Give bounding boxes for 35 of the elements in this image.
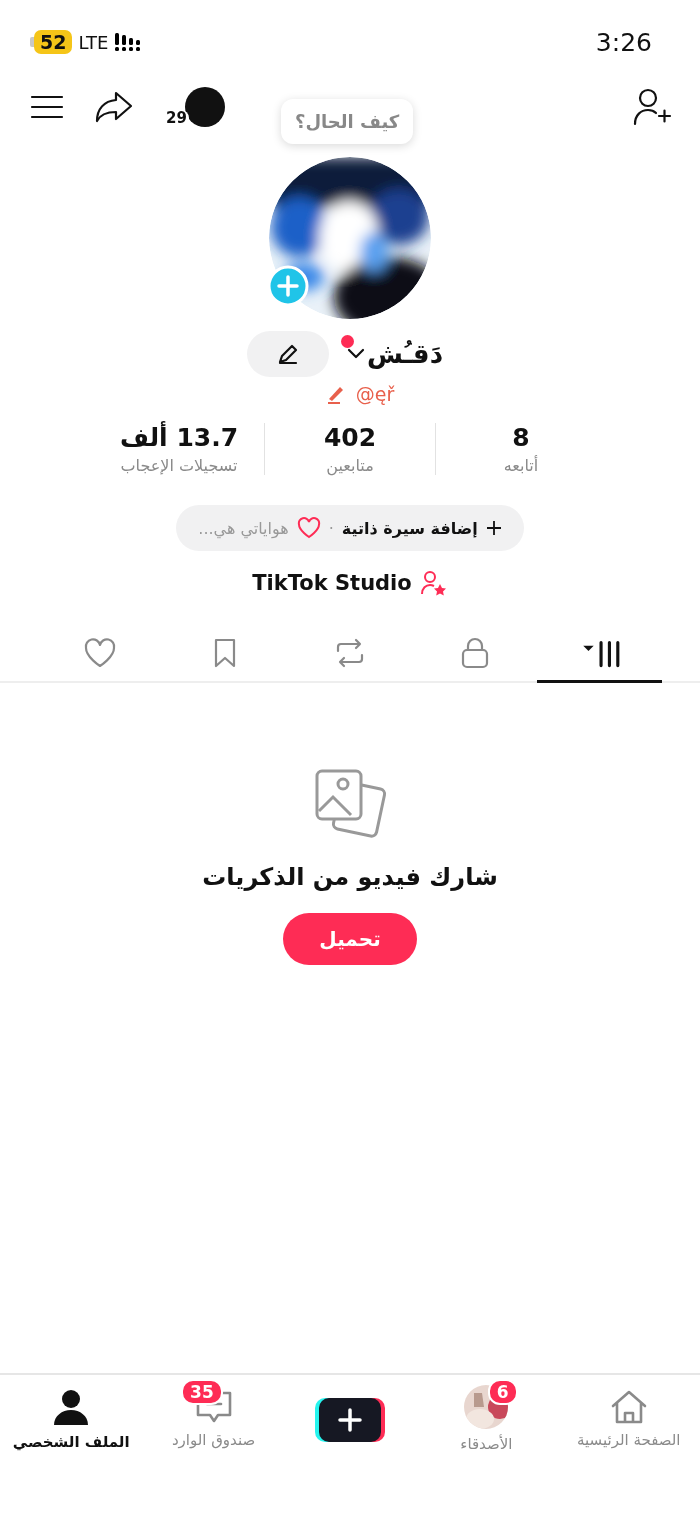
empty-state-title: شارك فيديو من الذكريات [202,863,498,891]
add-user-icon[interactable] [632,88,672,126]
heart-icon [83,636,118,669]
studio-button[interactable]: TikTok Studio [246,569,454,597]
upload-button[interactable]: تحميل [283,913,417,965]
pencil-icon [277,343,299,365]
add-bio-button[interactable]: إضافة سيرة ذاتية · هواياتي هي... [176,505,524,551]
plus-icon [485,520,502,536]
profile-handle: @ęř [355,383,395,405]
count-badge: 35 [181,1379,223,1405]
status-time: 3:26 [595,27,652,57]
stat-value: 8 [512,423,530,452]
notification-circle[interactable] [184,87,225,127]
stat-value: 402 [323,423,377,452]
add-icon[interactable] [267,265,309,307]
share-icon[interactable] [94,90,134,124]
profile-name: دَقـُش [367,339,443,369]
heart-icon [296,517,321,539]
edit-button[interactable] [247,331,329,377]
menu-icon[interactable] [30,94,64,120]
stat-label: تسجيلات الإعجاب [120,456,238,475]
stat-label: أتابعه [503,456,539,475]
photos-icon [313,767,387,841]
stat-label: متابعين [326,456,374,475]
speech-bubble: كيف الحال؟ [281,99,414,144]
nav-tab[interactable]: الملف الشخصي [0,1375,143,1463]
count-badge: 6 [487,1379,518,1405]
stat-value: 13.7 ألف [119,423,239,452]
create-button[interactable] [315,1396,385,1442]
plus-icon [315,1396,385,1442]
nav-tab[interactable]: الصفحة الرئيسية [557,1375,700,1463]
battery-level: 52 [34,30,73,54]
chevron-down-icon[interactable] [347,348,365,360]
user-star-icon [419,570,448,596]
network-type: LTE [78,31,109,53]
